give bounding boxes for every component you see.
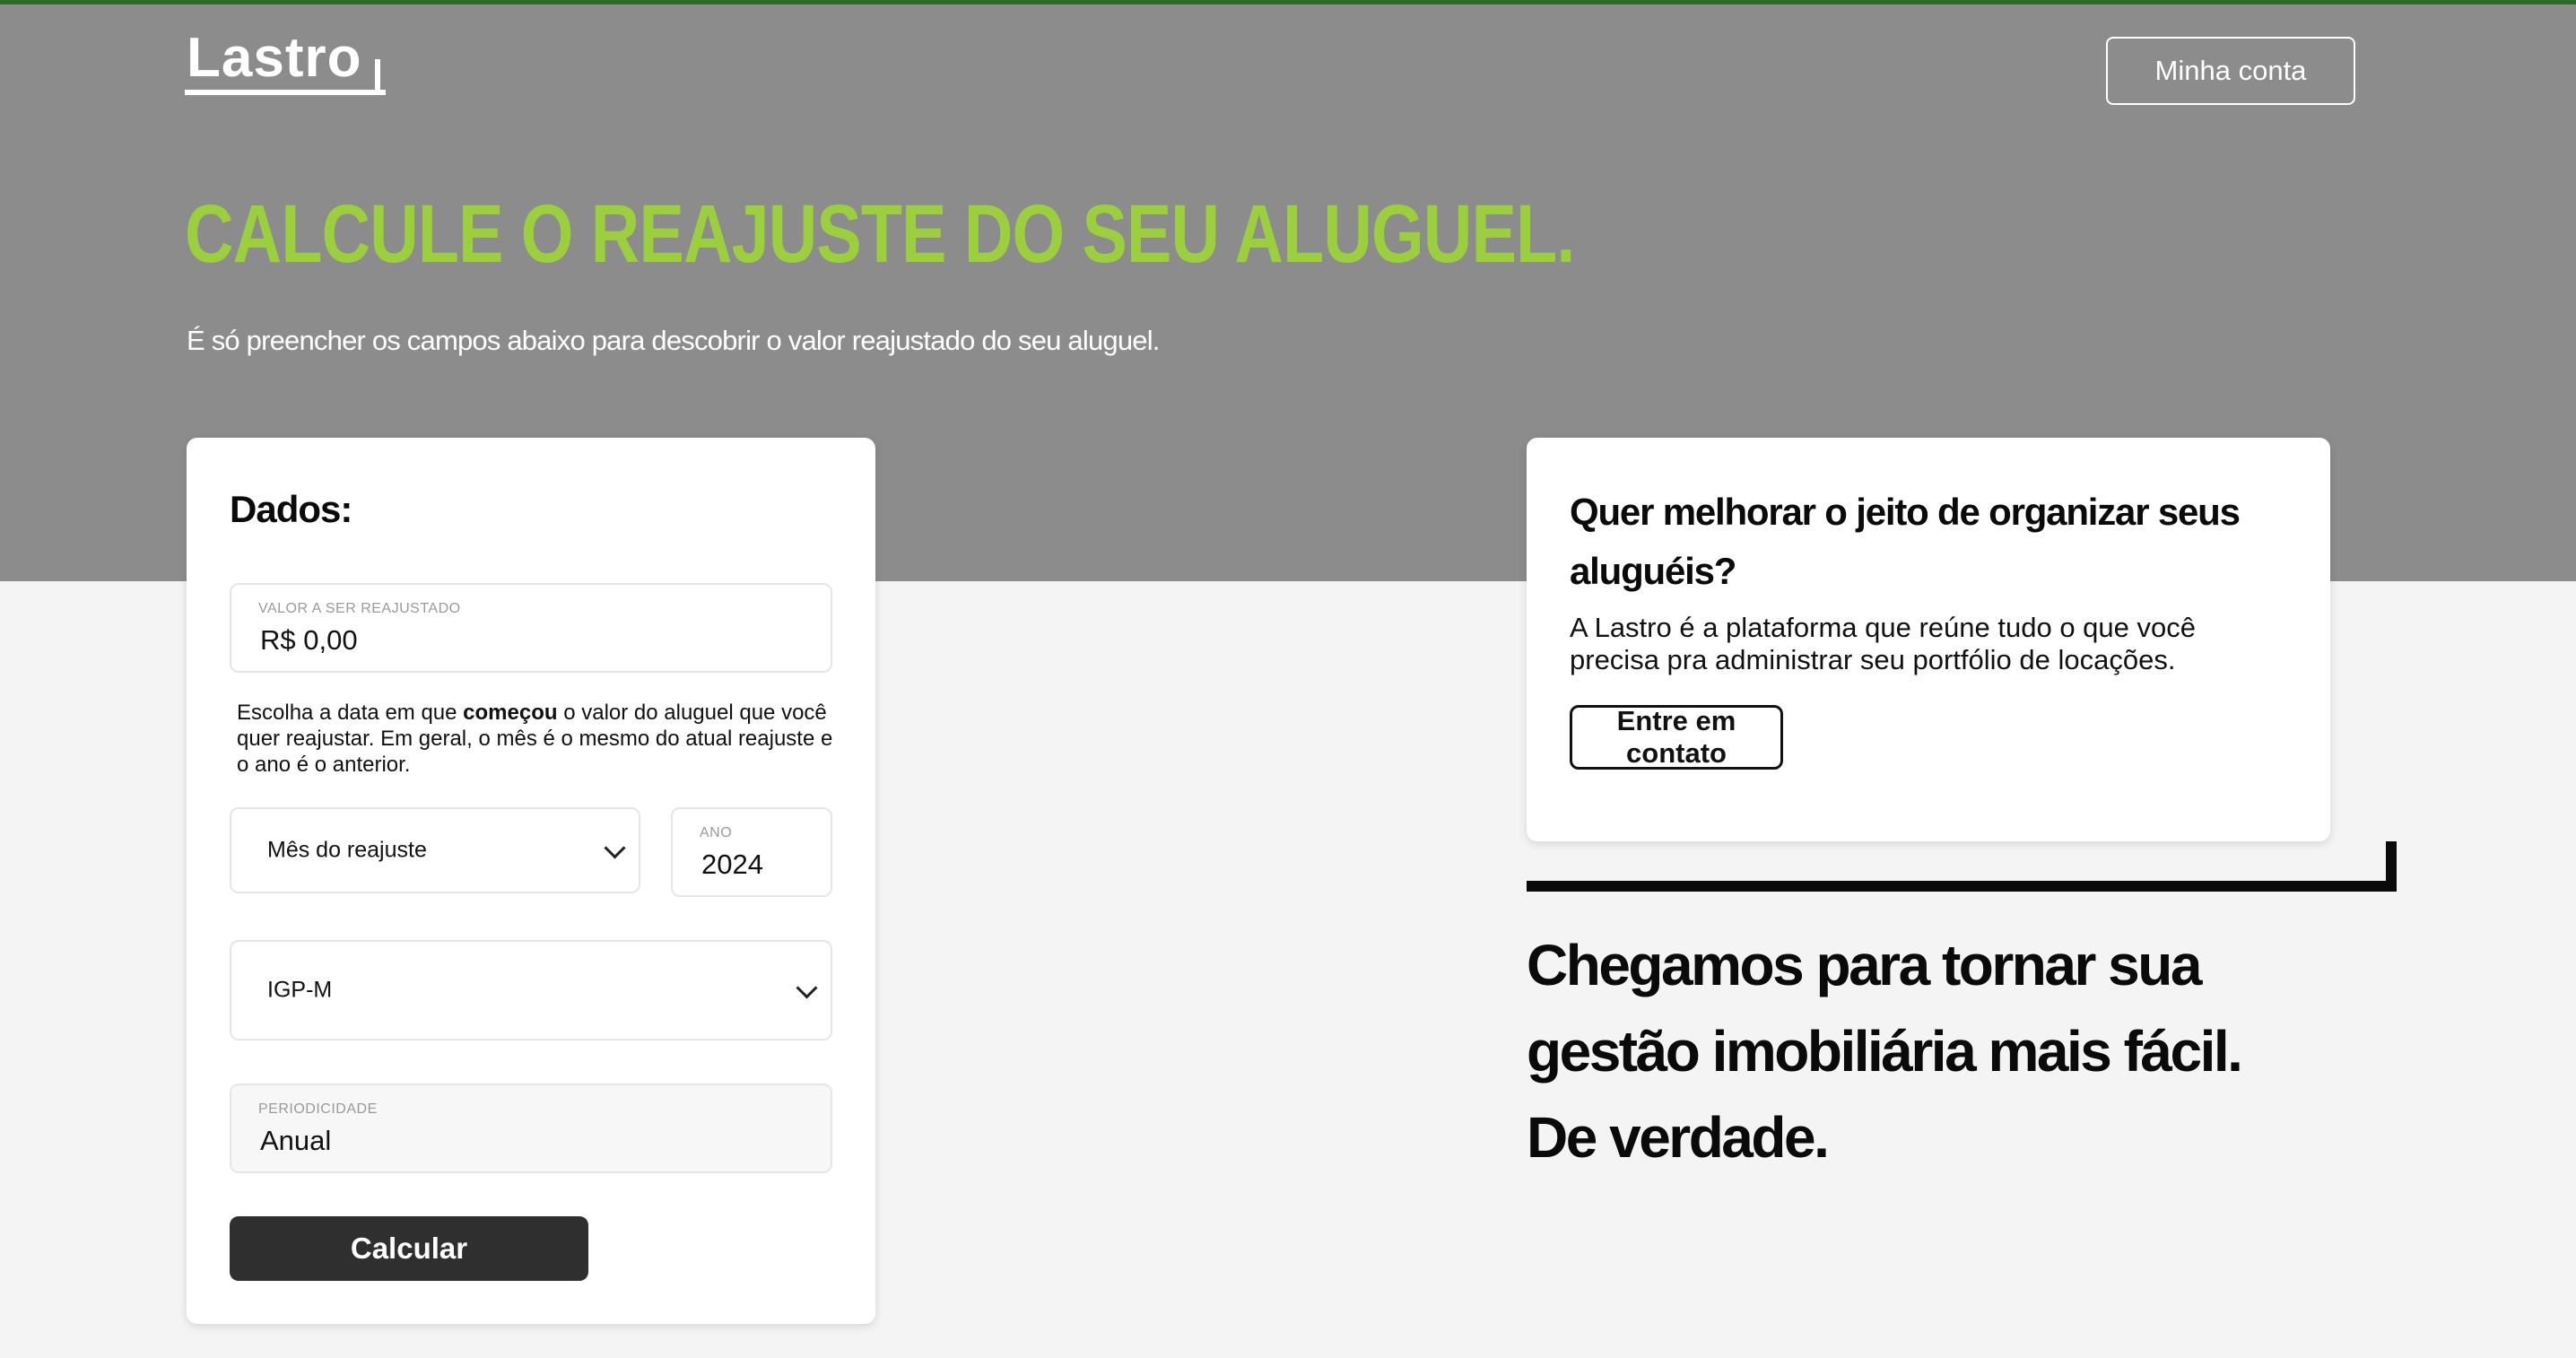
logo-hook <box>375 59 380 95</box>
data-form-card: Dados: VALOR A SER REAJUSTADO Escolha a … <box>187 438 875 1324</box>
tagline-line-1: Chegamos para tornar sua <box>1527 933 2202 997</box>
page-title: CALCULE O REAJUSTE DO SEU ALUGUEL. <box>185 188 1575 280</box>
year-label: ANO <box>700 825 733 840</box>
tagline-line-2: gestão imobiliária mais fácil. <box>1527 1019 2243 1084</box>
index-select-value: IGP-M <box>267 977 333 1003</box>
hint-text-bold: começou <box>463 701 558 725</box>
chevron-down-icon <box>796 977 818 999</box>
my-account-button[interactable]: Minha conta <box>2106 37 2355 105</box>
calculate-button[interactable]: Calcular <box>230 1216 588 1281</box>
amount-label: VALOR A SER REAJUSTADO <box>258 601 461 616</box>
date-hint: Escolha a data em que começou o valor do… <box>237 700 847 778</box>
periodicity-input[interactable] <box>260 1125 740 1157</box>
decorative-bar <box>1527 881 2397 892</box>
decorative-hook <box>2386 841 2397 892</box>
tagline-line-3: De verdade. <box>1527 1105 1830 1170</box>
logo-text: Lastro <box>187 27 362 89</box>
year-field[interactable]: ANO <box>671 807 832 897</box>
month-select-value: Mês do reajuste <box>267 837 427 863</box>
promo-title: Quer melhorar o jeito de organizar seus … <box>1570 491 2241 592</box>
page-subtitle: É só preencher os campos abaixo para des… <box>187 325 1160 356</box>
amount-field[interactable]: VALOR A SER REAJUSTADO <box>230 583 832 673</box>
contact-button[interactable]: Entre em contato <box>1570 705 1783 770</box>
index-select[interactable]: IGP-M <box>230 940 832 1040</box>
hint-text-start: Escolha a data em que <box>237 701 464 725</box>
month-select[interactable]: Mês do reajuste <box>230 807 640 893</box>
form-title: Dados: <box>230 488 352 530</box>
tagline: Chegamos para tornar sua gestão imobiliá… <box>1527 922 2243 1180</box>
periodicity-field[interactable]: PERIODICIDADE <box>230 1084 832 1173</box>
lastro-logo[interactable]: Lastro <box>185 27 387 95</box>
logo-underline <box>185 90 386 95</box>
year-input[interactable] <box>701 849 828 881</box>
chevron-down-icon <box>604 837 626 859</box>
promo-card: Quer melhorar o jeito de organizar seus … <box>1527 438 2330 841</box>
promo-text: A Lastro é a plataforma que reúne tudo o… <box>1570 612 2196 675</box>
amount-input[interactable] <box>260 624 740 657</box>
periodicity-label: PERIODICIDADE <box>258 1101 378 1117</box>
